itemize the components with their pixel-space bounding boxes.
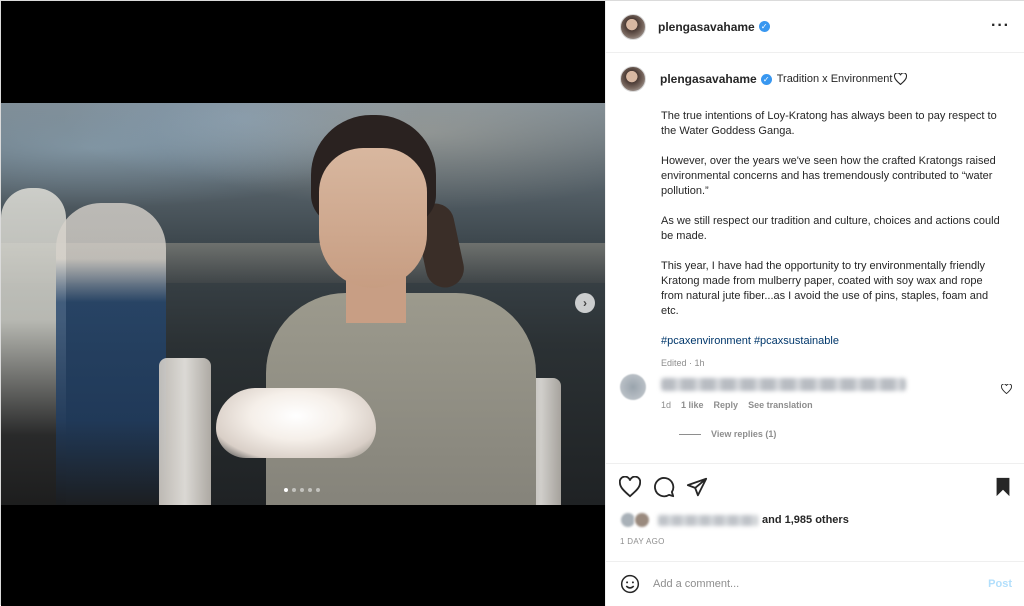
- carousel-dot: [292, 488, 296, 492]
- post-side-panel: plengasavahame ✓ ··· plengasavahame ✓ Tr…: [605, 1, 1024, 606]
- hashtags[interactable]: #pcaxenvironment #pcaxsustainable: [661, 334, 1006, 349]
- edited-timestamp: Edited · 1h: [661, 358, 705, 368]
- caption-paragraph: As we still respect our tradition and cu…: [661, 215, 1000, 242]
- caption-avatar[interactable]: [620, 66, 646, 92]
- more-options-icon[interactable]: ···: [991, 17, 1010, 35]
- post-comment-button[interactable]: Post: [988, 578, 1012, 590]
- caption-paragraph: This year, I have had the opportunity to…: [661, 260, 989, 317]
- username[interactable]: plengasavahame: [658, 20, 755, 34]
- caption-username[interactable]: plengasavahame: [660, 72, 757, 86]
- verified-badge-icon: ✓: [760, 73, 772, 85]
- comment-icon[interactable]: [653, 476, 675, 498]
- caption-paragraph: However, over the years we've seen how t…: [661, 155, 996, 197]
- comment-time[interactable]: 1d: [661, 400, 671, 410]
- carousel-dots: [284, 488, 320, 492]
- add-comment-bar: Add a comment... Post: [606, 561, 1024, 606]
- reply-button[interactable]: Reply: [714, 400, 739, 410]
- caption-text: The true intentions of Loy-Kratong has a…: [661, 109, 1006, 349]
- next-slide-button[interactable]: ›: [575, 293, 595, 313]
- emoji-icon[interactable]: [620, 574, 640, 594]
- share-icon[interactable]: [686, 476, 708, 498]
- likes-summary: and 1,985 others: [620, 512, 849, 528]
- liker-avatars: [620, 512, 654, 528]
- post-photo[interactable]: [1, 103, 605, 505]
- comment-meta: 1d 1 like Reply See translation: [661, 400, 813, 410]
- chevron-right-icon: ›: [583, 296, 587, 310]
- commenter-avatar[interactable]: [620, 374, 646, 400]
- bookmark-icon[interactable]: [992, 476, 1014, 498]
- carousel-dot: [316, 488, 320, 492]
- likes-count[interactable]: and 1,985 others: [762, 514, 849, 526]
- carousel-dot: [284, 488, 288, 492]
- comment-text-blurred: [661, 378, 906, 391]
- view-replies-button[interactable]: View replies (1): [679, 429, 776, 439]
- location-link[interactable]: Tradition x Environment: [777, 73, 893, 85]
- avatar[interactable]: [620, 13, 646, 40]
- comment-likes[interactable]: 1 like: [681, 400, 704, 410]
- post-timestamp[interactable]: 1 DAY AGO: [620, 537, 665, 546]
- carousel-dot: [308, 488, 312, 492]
- media-pane: ›: [1, 1, 605, 606]
- verified-badge-icon: ✓: [758, 21, 770, 32]
- comment-like-heart-icon[interactable]: [1001, 384, 1012, 394]
- heart-icon[interactable]: [619, 476, 641, 498]
- view-replies-label: View replies (1): [711, 429, 777, 439]
- caption-block: plengasavahame ✓ Tradition x Environment…: [620, 66, 1010, 368]
- liked-by-blurred[interactable]: [658, 514, 758, 526]
- post-dialog: › plengasavahame ✓ ··· plengasavahame ✓ …: [0, 0, 1024, 606]
- caption-paragraph: The true intentions of Loy-Kratong has a…: [661, 110, 997, 137]
- action-bar: [606, 463, 1024, 511]
- see-translation-link[interactable]: See translation: [748, 400, 813, 410]
- heart-icon[interactable]: [894, 73, 908, 85]
- comment-input[interactable]: Add a comment...: [653, 578, 988, 590]
- post-header: plengasavahame ✓ ···: [606, 1, 1024, 53]
- carousel-dot: [300, 488, 304, 492]
